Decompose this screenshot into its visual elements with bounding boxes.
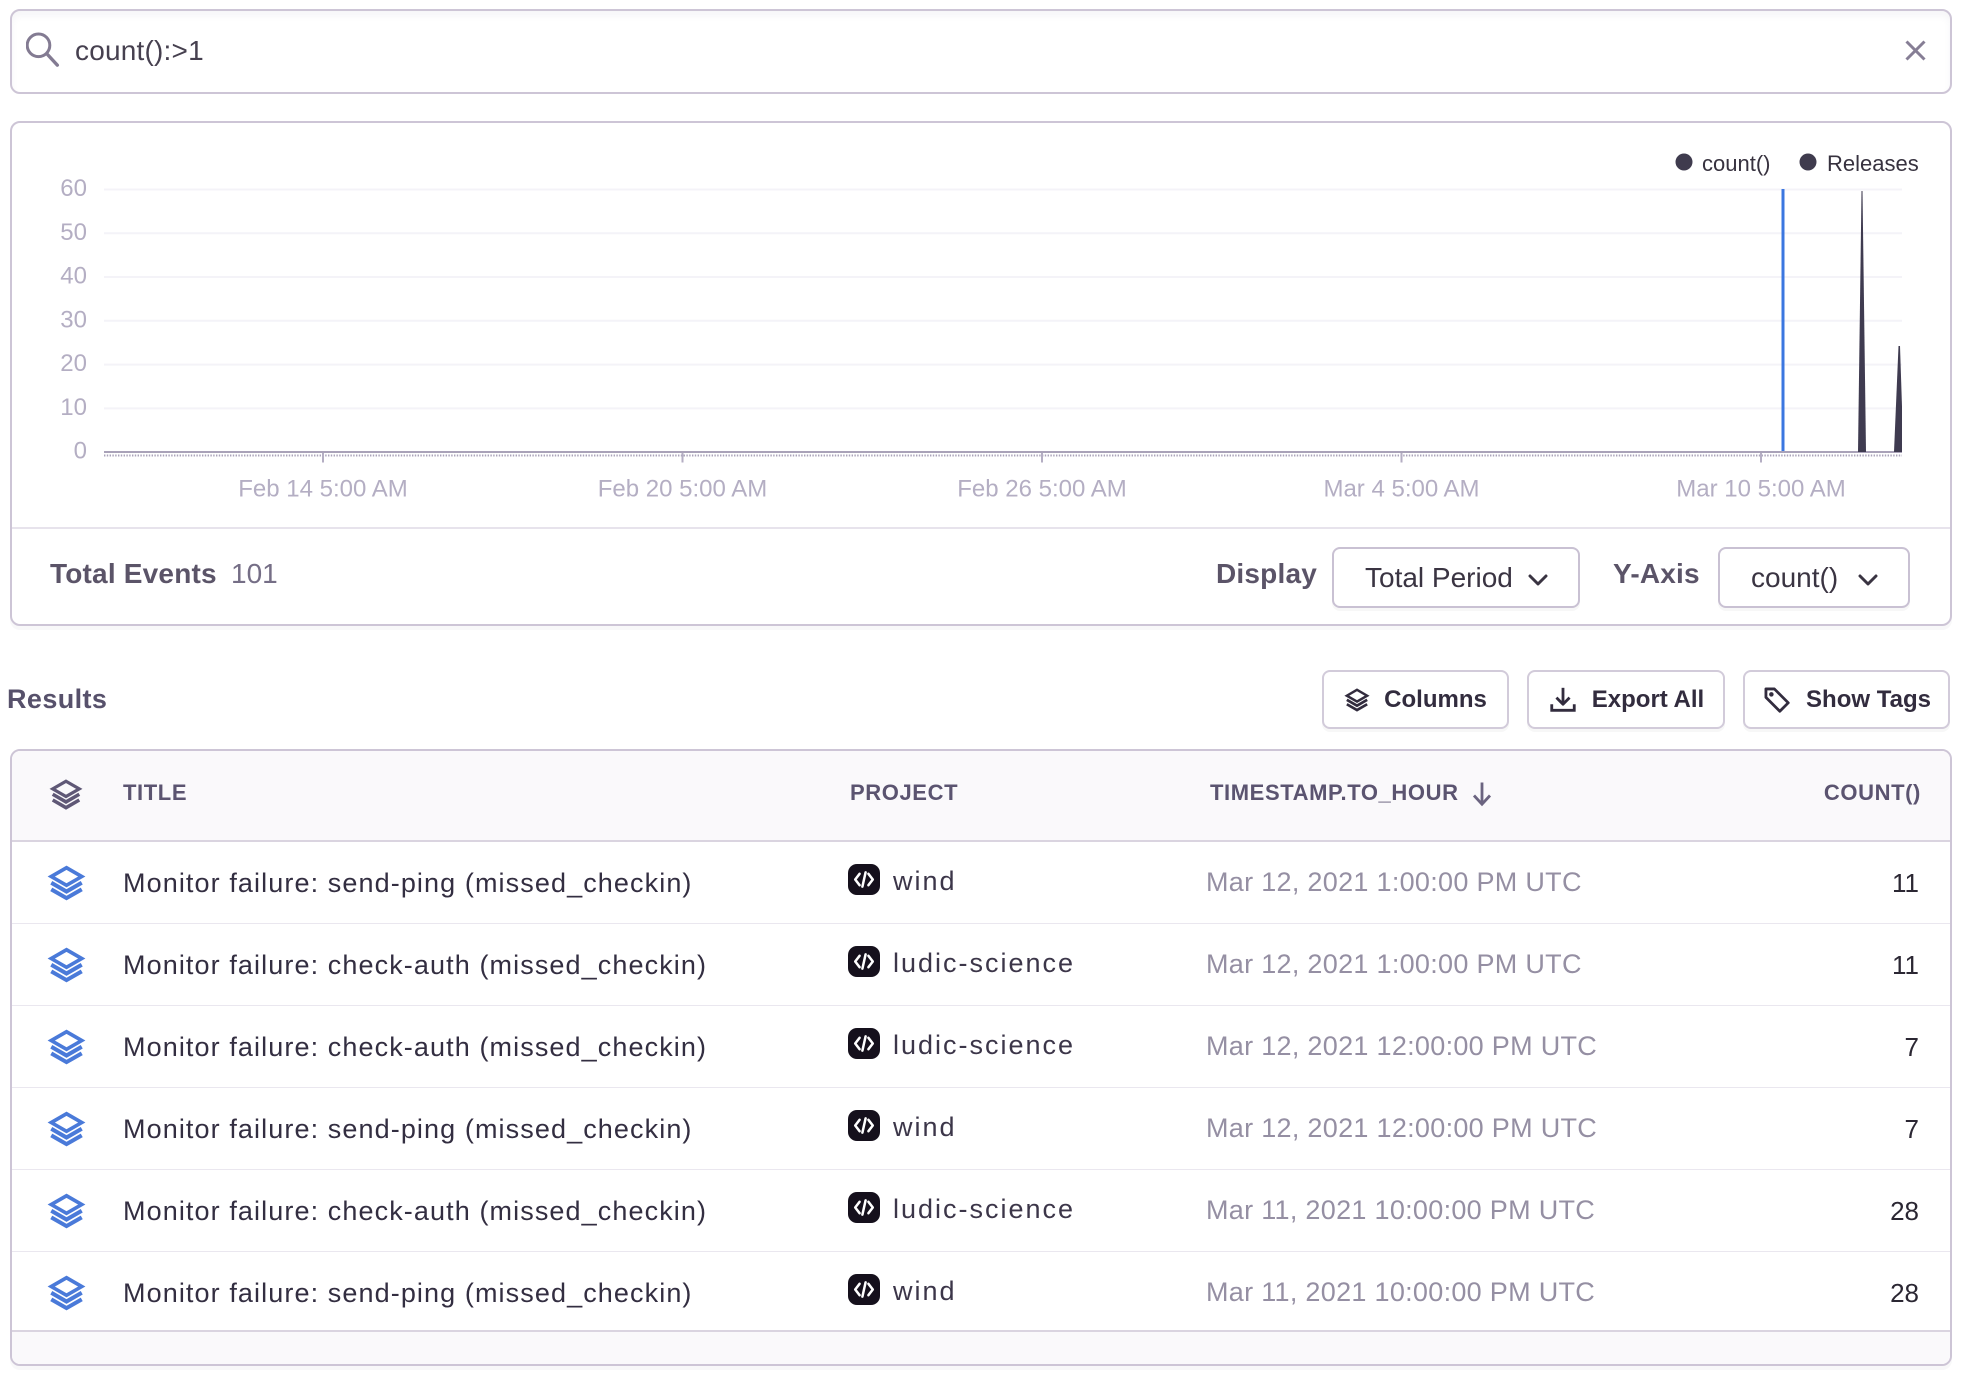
svg-text:10: 10	[60, 394, 87, 421]
svg-text:Feb 14 5:00 AM: Feb 14 5:00 AM	[238, 476, 407, 503]
svg-text:40: 40	[60, 263, 87, 290]
svg-text:Feb 26 5:00 AM: Feb 26 5:00 AM	[957, 476, 1126, 503]
svg-text:Mar 4 5:00 AM: Mar 4 5:00 AM	[1323, 476, 1479, 503]
svg-text:Releases: Releases	[1827, 151, 1919, 176]
svg-text:Feb 20 5:00 AM: Feb 20 5:00 AM	[598, 476, 767, 503]
svg-text:60: 60	[60, 175, 87, 202]
svg-text:20: 20	[60, 350, 87, 377]
svg-text:50: 50	[60, 219, 87, 246]
svg-text:count(): count()	[1702, 151, 1770, 176]
svg-text:0: 0	[74, 438, 87, 465]
svg-text:Mar 10 5:00 AM: Mar 10 5:00 AM	[1676, 476, 1845, 503]
svg-text:30: 30	[60, 306, 87, 333]
